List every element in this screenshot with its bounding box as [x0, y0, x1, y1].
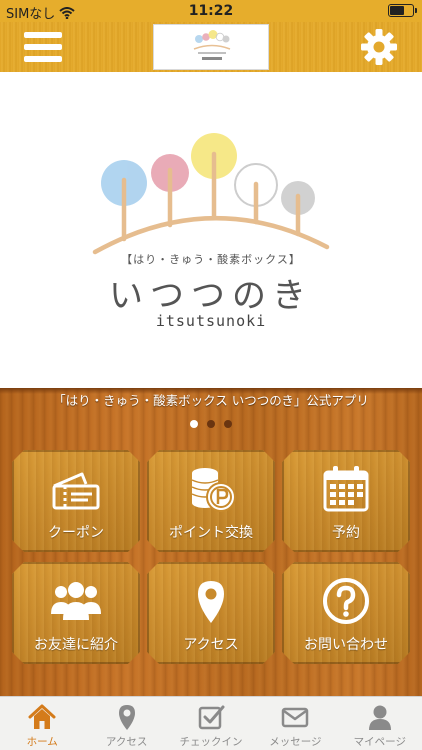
- battery-icon: [388, 4, 417, 17]
- carousel-indicator: [0, 420, 422, 428]
- map-pin-icon: [198, 581, 224, 623]
- tree-logo: [92, 133, 330, 255]
- gear-icon: [361, 29, 397, 65]
- contact-label: お問い合わせ: [304, 637, 388, 653]
- reservation-label: 予約: [332, 525, 360, 541]
- friends-icon: [51, 582, 101, 620]
- reservation-button[interactable]: 予約: [282, 450, 410, 552]
- carousel-dot[interactable]: [207, 420, 215, 428]
- app-tagline: 「はり・きゅう・酸素ボックス いつつのき」公式アプリ: [53, 393, 369, 408]
- tab-home-label: ホーム: [26, 736, 58, 748]
- refer-friend-button[interactable]: お友達に紹介: [12, 562, 140, 664]
- brand-subtitle: 【はり・きゅう・酸素ボックス】: [121, 253, 301, 266]
- settings-button[interactable]: [360, 28, 398, 66]
- calendar-icon: [323, 466, 369, 512]
- carousel-dot[interactable]: [190, 420, 198, 428]
- header-logo-image: [193, 30, 231, 60]
- mail-icon: [282, 707, 309, 728]
- question-icon: [323, 578, 369, 624]
- tab-check-in[interactable]: チェックイン: [169, 697, 253, 750]
- coins-icon: [191, 468, 236, 512]
- coupon-button[interactable]: クーポン: [12, 450, 140, 552]
- ticket-icon: [52, 472, 100, 510]
- person-icon: [368, 705, 391, 730]
- header-logo: [153, 24, 269, 70]
- access-label: アクセス: [183, 637, 239, 653]
- point-exchange-label: ポイント交換: [169, 525, 253, 541]
- tab-check-in-label: チェックイン: [179, 736, 243, 748]
- refer-friend-label: お友達に紹介: [34, 637, 118, 653]
- point-exchange-button[interactable]: ポイント交換: [147, 450, 275, 552]
- tab-access[interactable]: アクセス: [84, 697, 168, 750]
- brand-name: いつつのき: [109, 276, 313, 316]
- home-icon: [28, 704, 56, 729]
- carousel-dot[interactable]: [224, 420, 232, 428]
- clock: 11:22: [188, 3, 234, 19]
- map-pin-icon: [118, 705, 135, 730]
- access-button[interactable]: アクセス: [147, 562, 275, 664]
- brand-romanized: itsutsunoki: [155, 312, 267, 330]
- contact-button[interactable]: お問い合わせ: [282, 562, 410, 664]
- tab-messages-label: メッセージ: [269, 736, 322, 748]
- tab-messages[interactable]: メッセージ: [253, 697, 337, 750]
- tab-access-label: アクセス: [105, 736, 148, 748]
- tab-my-page-label: マイページ: [353, 736, 406, 748]
- menu-button[interactable]: [24, 30, 62, 64]
- check-in-icon: [198, 705, 225, 730]
- hero-banner[interactable]: 【はり・きゅう・酸素ボックス】 いつつのき itsutsunoki: [0, 72, 422, 388]
- status-bar: SIMなし 11:22: [0, 0, 422, 22]
- menu-panel: 「はり・きゅう・酸素ボックス いつつのき」公式アプリ クーポン ポイント交換 予…: [0, 388, 422, 696]
- tab-bar: ホーム アクセス チェックイン メッセージ マイページ: [0, 696, 422, 750]
- tab-home[interactable]: ホーム: [0, 697, 84, 750]
- tab-my-page[interactable]: マイページ: [338, 697, 422, 750]
- app-header: [0, 22, 422, 72]
- coupon-label: クーポン: [48, 525, 104, 541]
